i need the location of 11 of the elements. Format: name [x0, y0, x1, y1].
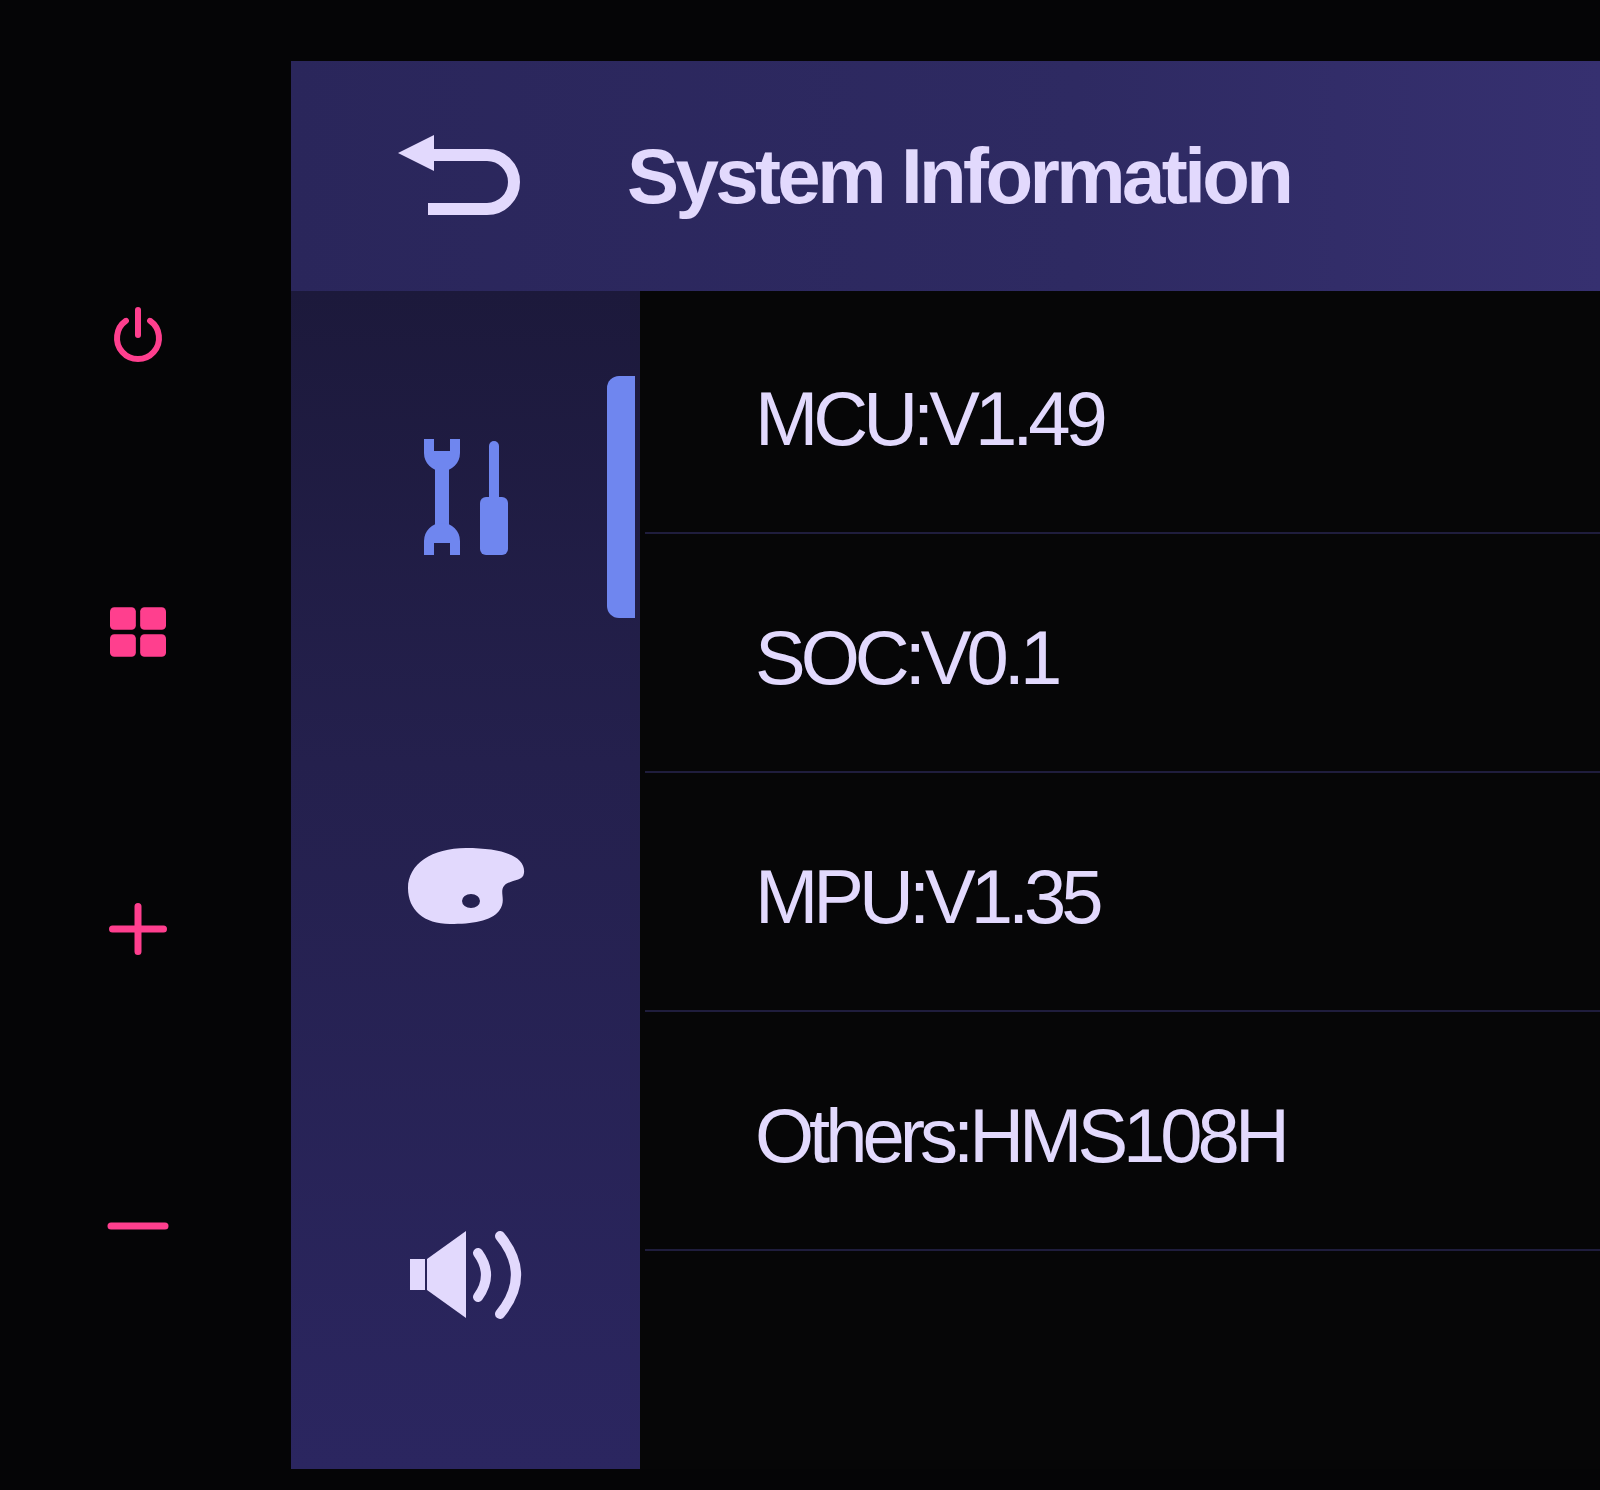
palette-icon: [406, 846, 526, 926]
info-text: MCU:V1.49: [755, 380, 1103, 457]
tools-icon: [423, 439, 509, 556]
minus-icon[interactable]: [106, 1222, 169, 1230]
info-text: SOC:V0.1: [755, 619, 1058, 696]
info-text: Others:HMS108H: [755, 1097, 1285, 1174]
back-arrow-icon[interactable]: [398, 135, 520, 217]
info-text: MPU:V1.35: [755, 858, 1099, 935]
speaker-icon: [409, 1229, 523, 1321]
grid-icon[interactable]: [109, 607, 166, 657]
plus-icon[interactable]: [108, 903, 167, 955]
